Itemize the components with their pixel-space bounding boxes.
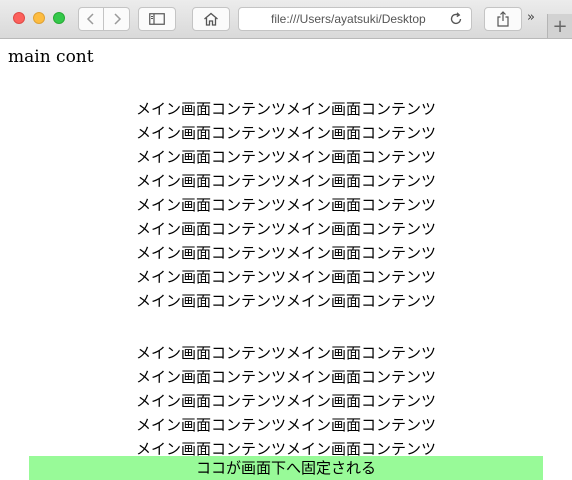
content-line: メイン画面コンテンツメイン画面コンテンツ bbox=[135, 220, 436, 238]
content-line: メイン画面コンテンツメイン画面コンテンツ bbox=[135, 172, 436, 190]
sidebar-icon bbox=[149, 13, 165, 25]
content-line: メイン画面コンテンツメイン画面コンテンツ bbox=[135, 416, 436, 434]
reload-icon[interactable] bbox=[449, 12, 463, 26]
address-bar[interactable]: file:///Users/ayatsuki/Desktop bbox=[238, 7, 472, 31]
share-icon bbox=[497, 11, 509, 27]
more-tabs-button[interactable]: » bbox=[527, 10, 535, 25]
home-icon bbox=[204, 12, 218, 26]
new-tab-button[interactable]: + bbox=[547, 14, 572, 38]
chevron-left-icon bbox=[86, 13, 94, 25]
address-url: file:///Users/ayatsuki/Desktop bbox=[271, 12, 426, 26]
content-line: メイン画面コンテンツメイン画面コンテンツ bbox=[135, 196, 436, 214]
content-line: メイン画面コンテンツメイン画面コンテンツ bbox=[135, 344, 436, 362]
home-button[interactable] bbox=[192, 7, 230, 31]
page-heading: main cont bbox=[8, 47, 94, 67]
browser-toolbar: file:///Users/ayatsuki/Desktop » + bbox=[0, 0, 572, 39]
sidebar-button[interactable] bbox=[138, 7, 176, 31]
content-block-1: メイン画面コンテンツメイン画面コンテンツ メイン画面コンテンツメイン画面コンテンツ… bbox=[0, 97, 572, 313]
content-block-2: メイン画面コンテンツメイン画面コンテンツ メイン画面コンテンツメイン画面コンテンツ… bbox=[0, 341, 572, 461]
forward-button[interactable] bbox=[104, 7, 130, 31]
content-line: メイン画面コンテンツメイン画面コンテンツ bbox=[135, 100, 436, 118]
navigation-buttons bbox=[78, 7, 130, 31]
chevron-right-icon bbox=[113, 13, 121, 25]
page-viewport: main cont メイン画面コンテンツメイン画面コンテンツ メイン画面コンテンツ… bbox=[0, 39, 572, 480]
content-line: メイン画面コンテンツメイン画面コンテンツ bbox=[135, 368, 436, 386]
fixed-footer-bar: ココが画面下へ固定される bbox=[29, 456, 543, 480]
minimize-window-button[interactable] bbox=[33, 12, 45, 24]
content-line: メイン画面コンテンツメイン画面コンテンツ bbox=[135, 292, 436, 310]
zoom-window-button[interactable] bbox=[53, 12, 65, 24]
close-window-button[interactable] bbox=[13, 12, 25, 24]
share-button[interactable] bbox=[484, 7, 522, 31]
content-line: メイン画面コンテンツメイン画面コンテンツ bbox=[135, 124, 436, 142]
content-line: メイン画面コンテンツメイン画面コンテンツ bbox=[135, 244, 436, 262]
content-line: メイン画面コンテンツメイン画面コンテンツ bbox=[135, 268, 436, 286]
back-button[interactable] bbox=[78, 7, 104, 31]
content-line: メイン画面コンテンツメイン画面コンテンツ bbox=[135, 148, 436, 166]
content-line: メイン画面コンテンツメイン画面コンテンツ bbox=[135, 392, 436, 410]
